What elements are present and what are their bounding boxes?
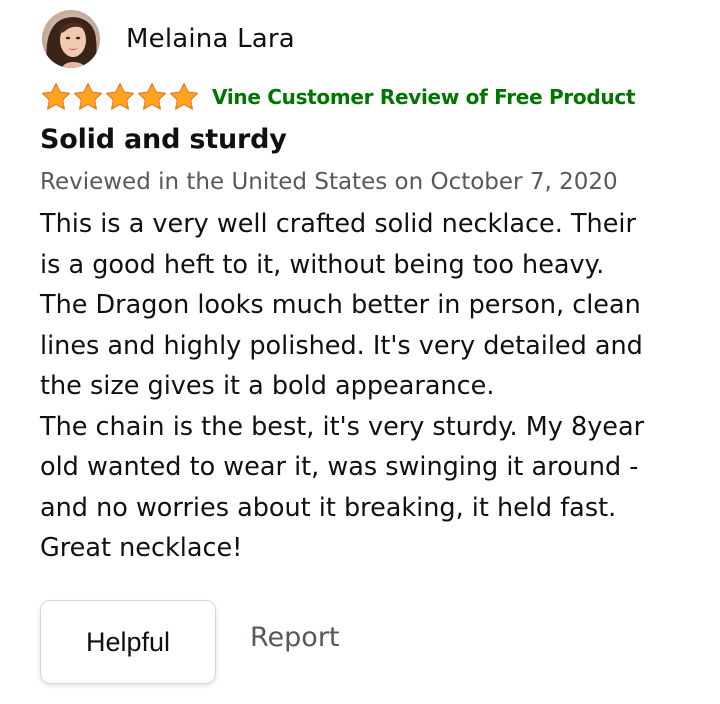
review-body-line: and no worries about it breaking, it hel… — [40, 492, 617, 523]
avatar-image — [42, 10, 100, 68]
star-icon — [105, 82, 135, 110]
review-body-line: lines and highly polished. It's very det… — [40, 330, 643, 361]
star-icon — [137, 82, 167, 110]
reviewer-name[interactable]: Melaina Lara — [126, 24, 295, 54]
helpful-button[interactable]: Helpful — [40, 600, 216, 684]
star-icon — [41, 82, 71, 110]
avatar[interactable] — [42, 10, 100, 68]
star-icon — [169, 82, 199, 110]
review-body-line: The chain is the best, it's very sturdy.… — [40, 411, 645, 442]
review-body: This is a very well crafted solid neckla… — [40, 204, 690, 569]
report-link[interactable]: Report — [250, 622, 340, 653]
review-body-line: Great necklace! — [40, 533, 243, 563]
reviewer-profile[interactable]: Melaina Lara — [42, 10, 295, 68]
review-date: Reviewed in the United States on October… — [40, 169, 618, 195]
review-body-line: the size gives it a bold appearance. — [40, 371, 495, 401]
review-card: Melaina Lara Vine Customer Review of Fre… — [0, 0, 720, 704]
vine-badge: Vine Customer Review of Free Product — [212, 85, 636, 109]
rating-row: Vine Customer Review of Free Product — [40, 80, 635, 114]
review-body-line: is a good heft to it, without being too … — [40, 249, 605, 280]
star-rating[interactable] — [40, 81, 200, 113]
review-body-line: This is a very well crafted solid neckla… — [40, 209, 636, 239]
review-body-line: The Dragon looks much better in person, … — [40, 290, 641, 320]
star-icon — [73, 82, 103, 110]
review-body-line: old wanted to wear it, was swinging it a… — [40, 452, 639, 482]
review-title: Solid and sturdy — [40, 124, 287, 155]
